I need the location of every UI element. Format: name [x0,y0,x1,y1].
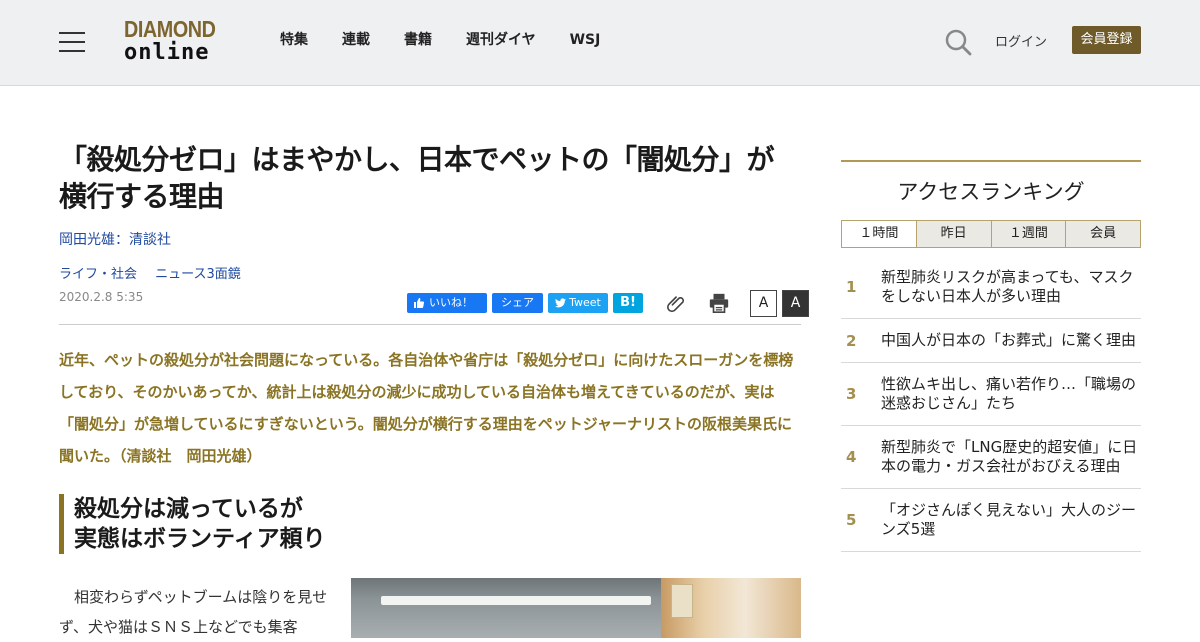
tab-1-week[interactable]: １週間 [990,221,1066,247]
article-author[interactable]: 岡田光雄：清談社 [59,229,171,249]
ranking-item[interactable]: 2 中国人が日本の「お葬式」に驚く理由 [841,319,1141,363]
nav-item-series[interactable]: 連載 [342,30,370,50]
article-title: 「殺処分ゼロ」はまやかし、日本でペットの「闇処分」が横行する理由 [59,143,775,213]
ranking-title-link[interactable]: 「オジさんぽく見えない」大人のジーンズ5選 [881,501,1141,539]
tab-yesterday[interactable]: 昨日 [915,221,991,247]
ranking-list: 1 新型肺炎リスクが高まっても、マスクをしない日本人が多い理由 2 中国人が日本… [841,256,1141,552]
ranking-title-link[interactable]: 新型肺炎で「LNG歴史的超安値」に日本の電力・ガス会社がおびえる理由 [881,438,1141,476]
ranking-title-link[interactable]: 新型肺炎リスクが高まっても、マスクをしない日本人が多い理由 [881,268,1141,306]
access-ranking: アクセスランキング １時間 昨日 １週間 会員 1 新型肺炎リスクが高まっても、… [841,160,1141,552]
site-logo[interactable]: DIAMOND online [124,18,228,66]
print-icon[interactable] [708,292,730,314]
ranking-number: 2 [846,331,857,350]
search-icon[interactable] [944,28,972,56]
font-size-large-button[interactable]: A [782,289,809,317]
ranking-item[interactable]: 1 新型肺炎リスクが高まっても、マスクをしない日本人が多い理由 [841,256,1141,319]
section-heading-line2: 実態はボランティア頼り [74,526,326,552]
ranking-item[interactable]: 3 性欲ムキ出し、痛い若作り…「職場の迷惑おじさん」たち [841,363,1141,426]
divider [59,324,801,325]
article-lead: 近年、ペットの殺処分が社会問題になっている。各自治体や省庁は「殺処分ゼロ」に向け… [59,351,794,465]
ranking-number: 1 [846,278,857,296]
category-link[interactable]: ライフ・社会 [59,267,137,282]
tab-1-hour[interactable]: １時間 [842,221,916,247]
article-date: 2020.2.8 5:35 [59,290,144,304]
tweet-label: Tweet [569,296,601,309]
font-size-small-button[interactable]: A [750,289,777,317]
share-bar: いいね！ シェア Tweet B! A A [407,289,809,317]
ranking-title-link[interactable]: 性欲ムキ出し、痛い若作り…「職場の迷惑おじさん」たち [881,375,1141,413]
nav-item-wsj[interactable]: WSJ [570,30,601,50]
article-body: 相変わらずペットブームは陰りを見せず、犬や猫はＳＮＳ上などでも集客 [59,588,328,636]
ranking-item[interactable]: 4 新型肺炎で「LNG歴史的超安値」に日本の電力・ガス会社がおびえる理由 [841,426,1141,489]
ranking-title: アクセスランキング [897,180,1085,204]
facebook-share-button[interactable]: シェア [492,293,543,313]
category-link[interactable]: ニュース3面鏡 [155,267,241,282]
twitter-bird-icon [555,298,567,308]
nav-item-features[interactable]: 特集 [280,30,308,50]
menu-icon[interactable] [59,32,85,52]
ranking-item[interactable]: 5 「オジさんぽく見えない」大人のジーンズ5選 [841,489,1141,552]
tweet-button[interactable]: Tweet [548,293,608,313]
tab-members[interactable]: 会員 [1065,221,1140,247]
ranking-tabs: １時間 昨日 １週間 会員 [841,220,1141,248]
register-button[interactable]: 会員登録 [1072,26,1141,54]
nav-item-weekly-diamond[interactable]: 週刊ダイヤ [466,30,536,50]
ranking-number: 5 [846,511,857,529]
hatena-bookmark-button[interactable]: B! [613,293,643,313]
clip-icon[interactable] [666,292,688,314]
login-link[interactable]: ログイン [995,31,1047,50]
logo-line1: DIAMOND [124,16,216,42]
site-header: DIAMOND online 特集 連載 書籍 週刊ダイヤ WSJ ログイン 会… [0,0,1200,86]
ranking-number: 4 [846,448,857,466]
facebook-like-button[interactable]: いいね！ [407,293,487,313]
article-photo [351,578,801,638]
article-categories: ライフ・社会 ニュース3面鏡 [59,263,255,282]
ranking-top-rule [841,160,1141,162]
section-heading: 殺処分は減っているが 実態はボランティア頼り [59,494,801,554]
ranking-title-link[interactable]: 中国人が日本の「お葬式」に驚く理由 [881,331,1141,350]
nav-item-books[interactable]: 書籍 [404,30,432,50]
thumbs-up-icon [414,298,425,308]
section-heading-line1: 殺処分は減っているが [74,496,303,522]
main-nav: 特集 連載 書籍 週刊ダイヤ WSJ [280,30,634,50]
ranking-number: 3 [846,385,857,403]
like-label: いいね！ [429,296,473,309]
logo-line2: online [124,40,210,65]
